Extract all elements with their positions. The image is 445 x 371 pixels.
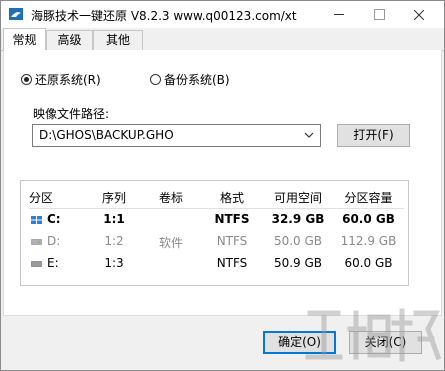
partition-table: 分区 序列 卷标 格式 可用空间 分区容量 C: 1:1 NTFS 32.9 G… bbox=[20, 180, 409, 286]
ok-button[interactable]: 确定(O) bbox=[263, 331, 336, 354]
capacity-cell: 112.9 GB bbox=[340, 234, 397, 248]
app-window: 海豚技术一键还原 V8.2.3 www.q00123.com/xt 常规 高级 … bbox=[0, 0, 445, 371]
close-button[interactable]: 关闭(C) bbox=[349, 331, 422, 354]
format-cell: NTFS bbox=[216, 234, 248, 248]
table-row[interactable]: E: 1:3 NTFS 50.9 GB 60.0 GB bbox=[29, 253, 404, 274]
window-title: 海豚技术一键还原 V8.2.3 www.q00123.com/xt bbox=[31, 9, 297, 23]
dolphin-app-icon bbox=[9, 8, 23, 20]
chevron-down-icon[interactable] bbox=[303, 129, 315, 141]
table-row[interactable]: C: 1:1 NTFS 32.9 GB 60.0 GB bbox=[29, 209, 404, 230]
close-window-button[interactable] bbox=[399, 1, 439, 28]
image-path-label: 映像文件路径: bbox=[33, 107, 110, 121]
header-free-space: 可用空间 bbox=[273, 191, 322, 205]
image-path-value: D:\GHOS\BACKUP.GHO bbox=[39, 128, 174, 142]
drive-letter: E: bbox=[47, 256, 59, 270]
format-cell: NTFS bbox=[214, 212, 250, 226]
capacity-cell: 60.0 GB bbox=[344, 256, 393, 270]
table-row[interactable]: D: 1:2 软件 NTFS 50.0 GB 112.9 GB bbox=[29, 231, 404, 252]
capacity-cell: 60.0 GB bbox=[342, 212, 395, 226]
minimize-button[interactable] bbox=[319, 1, 359, 28]
format-cell: NTFS bbox=[216, 256, 248, 270]
maximize-button[interactable] bbox=[359, 1, 399, 28]
header-volume-label: 卷标 bbox=[158, 191, 183, 205]
title-bar[interactable]: 海豚技术一键还原 V8.2.3 www.q00123.com/xt bbox=[1, 1, 444, 28]
tab-advanced[interactable]: 高级 bbox=[46, 30, 93, 50]
sequence-cell: 1:3 bbox=[104, 256, 124, 270]
header-format: 格式 bbox=[219, 191, 244, 205]
radio-checked-icon bbox=[21, 74, 32, 85]
sequence-cell: 1:1 bbox=[103, 212, 125, 226]
backup-system-label: 备份系统(B) bbox=[164, 73, 230, 87]
open-file-button[interactable]: 打开(F) bbox=[337, 124, 410, 147]
sequence-cell: 1:2 bbox=[104, 234, 124, 248]
general-panel: 还原系统(R) 备份系统(B) 映像文件路径: D:\GHOS\BACKUP.G… bbox=[3, 50, 442, 316]
drive-letter: C: bbox=[47, 212, 61, 226]
close-icon bbox=[414, 9, 424, 20]
maximize-icon bbox=[373, 9, 385, 20]
tab-strip: 常规 高级 其他 bbox=[1, 28, 444, 51]
image-path-combobox[interactable]: D:\GHOS\BACKUP.GHO bbox=[32, 124, 321, 147]
dialog-footer: 确定(O) 关闭(C) bbox=[1, 317, 444, 370]
drive-icon bbox=[31, 261, 42, 267]
free-space-cell: 50.0 GB bbox=[273, 234, 323, 248]
volume-label-cell: 软件 bbox=[158, 236, 183, 250]
restore-system-radio[interactable]: 还原系统(R) bbox=[21, 71, 101, 88]
drive-letter: D: bbox=[47, 234, 61, 248]
free-space-cell: 32.9 GB bbox=[271, 212, 325, 226]
header-capacity: 分区容量 bbox=[344, 191, 393, 205]
tab-general[interactable]: 常规 bbox=[3, 28, 46, 51]
drive-icon bbox=[31, 239, 42, 245]
free-space-cell: 50.9 GB bbox=[273, 256, 323, 270]
header-partition: 分区 bbox=[29, 191, 54, 205]
windows-drive-icon bbox=[31, 216, 42, 224]
backup-system-radio[interactable]: 备份系统(B) bbox=[150, 71, 230, 88]
header-sequence: 序列 bbox=[101, 191, 126, 205]
minimize-icon bbox=[334, 14, 344, 15]
restore-system-label: 还原系统(R) bbox=[35, 73, 101, 87]
table-header: 分区 序列 卷标 格式 可用空间 分区容量 bbox=[29, 186, 404, 209]
radio-unchecked-icon bbox=[150, 74, 161, 85]
tab-other[interactable]: 其他 bbox=[93, 30, 143, 50]
